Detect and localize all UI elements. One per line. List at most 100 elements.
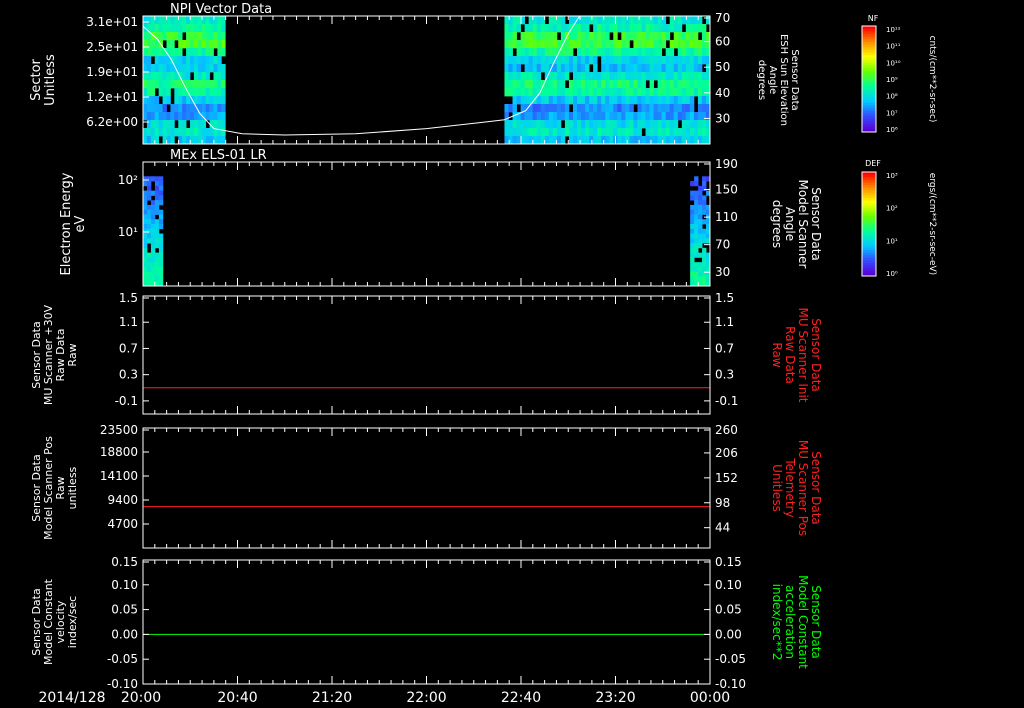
y-axis-label-line: eV: [73, 215, 88, 232]
y2-tick-label: 70: [715, 11, 730, 25]
y-axis-label-line: index/sec: [66, 596, 79, 648]
colorbar-tick-label: 10¹⁰: [886, 59, 901, 67]
time-tick-label: 21:20: [312, 690, 352, 706]
y2-axis-label-line: Sensor Data: [809, 318, 823, 392]
colorbar-tick-label: 10⁸: [886, 93, 898, 101]
colorbar-title: DEF: [865, 159, 881, 168]
y2-axis-label-line: acceleration: [783, 585, 797, 659]
colorbar-tick-label: 10⁰: [886, 270, 898, 278]
y-axis-label-line: unitless: [66, 466, 79, 509]
y2-tick-label: 152: [715, 471, 738, 485]
y2-tick-label: 0.10: [715, 578, 742, 592]
y-tick-label: 0.7: [119, 341, 138, 355]
y2-axis-label-line: Raw Data: [783, 326, 797, 384]
y2-tick-label: 98: [715, 496, 730, 510]
y2-tick-label: 0.15: [715, 555, 742, 569]
y2-axis-label-line: Sensor Data: [809, 187, 823, 261]
y-tick-label: 0.15: [111, 555, 138, 569]
multi-panel-timeseries-plot: NPI Vector Data 3.1e+01 2.5e+01 1.9e+01 1.2e…: [0, 0, 1024, 708]
y-tick-label: 10¹: [118, 225, 138, 239]
colorbar-tick-label: 10¹: [886, 237, 898, 245]
y2-tick-label: 30: [715, 265, 730, 279]
y-tick-label: 23500: [100, 423, 138, 437]
y2-tick-label: 1.1: [715, 315, 734, 329]
y2-tick-label: 30: [715, 111, 730, 125]
y2-tick-label: 260: [715, 423, 738, 437]
y2-axis-label-line: Sensor Data: [789, 49, 800, 110]
y2-axis-label-line: index/sec**2: [770, 584, 784, 661]
y2-tick-label: 50: [715, 60, 730, 74]
y-axis-label-line: Unitless: [43, 54, 58, 106]
y2-axis-label-line: degrees: [770, 200, 784, 248]
y2-axis-label-line: Telemetry: [783, 457, 797, 517]
colorbar-tick-label: 10¹²: [886, 26, 901, 34]
y2-axis-label-line: MU Scanner Pos: [796, 440, 810, 536]
y-tick-label: 0.3: [119, 368, 138, 382]
time-tick-label: 20:00: [121, 690, 161, 706]
colorbar-title: NF: [868, 14, 879, 23]
y2-tick-label: 60: [715, 35, 730, 49]
colorbar-units: cnts/(cm**2-sr-sec): [927, 36, 937, 123]
y2-tick-label: -0.1: [715, 394, 738, 408]
y2-tick-label: 150: [715, 183, 738, 197]
right-axis-label: Sensor DataModel Constantaccelerationind…: [770, 575, 823, 669]
y2-tick-label: 0.3: [715, 368, 734, 382]
y2-tick-label: 190: [715, 157, 738, 171]
y2-axis-label-line: Model Scanner: [796, 180, 810, 269]
y2-tick-label: 40: [715, 86, 730, 100]
y-tick-label: 1.2e+01: [86, 90, 138, 104]
y-tick-label: 3.1e+01: [86, 15, 138, 29]
y-tick-label: 18800: [100, 445, 138, 459]
y-tick-label: 9400: [107, 493, 138, 507]
time-tick-label: 00:00: [690, 690, 730, 706]
y-tick-label: 0.05: [111, 603, 138, 617]
colorbar-units: ergs/(cm**2-sr-sec-eV): [927, 173, 937, 275]
colorbar-tick-label: 10⁹: [886, 76, 898, 84]
y-tick-label: 1.1: [119, 315, 138, 329]
y2-tick-label: 110: [715, 210, 738, 224]
colorbar-tick-label: 10³: [886, 172, 898, 180]
y2-tick-label: 206: [715, 446, 738, 460]
y-tick-label: 10²: [118, 173, 138, 187]
y2-axis-label-line: ESH Sun Elevation: [778, 34, 789, 126]
y-tick-label: -0.10: [107, 677, 138, 691]
y-tick-label: 0.10: [111, 578, 138, 592]
y-tick-label: 0.00: [111, 627, 138, 641]
y2-tick-label: 0.00: [715, 627, 742, 641]
panel-title: MEx ELS-01 LR: [170, 148, 267, 163]
y-tick-label: -0.1: [115, 394, 138, 408]
y-tick-label: 14100: [100, 469, 138, 483]
y-tick-label: 4700: [107, 517, 138, 531]
y-tick-label: -0.05: [107, 652, 138, 666]
time-tick-label: 22:40: [501, 690, 541, 706]
left-axis-label: Sector Unitless: [29, 54, 58, 106]
y-axis-label-line: Sector: [29, 58, 44, 100]
y2-axis-label-line: Angle: [783, 207, 797, 241]
colorbar-tick-label: 10²: [886, 205, 898, 213]
y2-axis-label-line: Raw: [770, 342, 784, 367]
y2-tick-label: 1.5: [715, 291, 734, 305]
y2-tick-label: 0.7: [715, 341, 734, 355]
date-label: 2014/128: [38, 690, 105, 706]
y2-tick-label: -0.05: [715, 652, 746, 666]
y2-axis-label-line: Unitless: [770, 464, 784, 512]
colorbar-tick-label: 10⁷: [886, 109, 898, 117]
y2-axis-label-line: Sensor Data: [809, 451, 823, 525]
y2-tick-label: 44: [715, 521, 730, 535]
y-tick-label: 1.5: [119, 291, 138, 305]
y-tick-label: 1.9e+01: [86, 65, 138, 79]
colorbar-tick-label: 10⁶: [886, 126, 898, 134]
y-axis-label-line: Electron Energy: [59, 172, 74, 275]
y2-axis-label-line: Sensor Data: [809, 585, 823, 659]
time-tick-label: 23:20: [595, 690, 635, 706]
time-tick-label: 22:00: [406, 690, 446, 706]
y2-axis-label-line: Angle: [767, 66, 778, 94]
colorbar-tick-label: 10¹¹: [886, 43, 901, 51]
y-tick-label: 6.2e+00: [86, 115, 138, 129]
panel-title: NPI Vector Data: [170, 2, 272, 17]
y2-axis-label-line: degrees: [756, 60, 767, 100]
y-axis-label-line: Raw: [66, 343, 79, 366]
y2-tick-label: -0.10: [715, 677, 746, 691]
y2-tick-label: 0.05: [715, 603, 742, 617]
y2-axis-label-line: Model Constant: [796, 575, 810, 669]
